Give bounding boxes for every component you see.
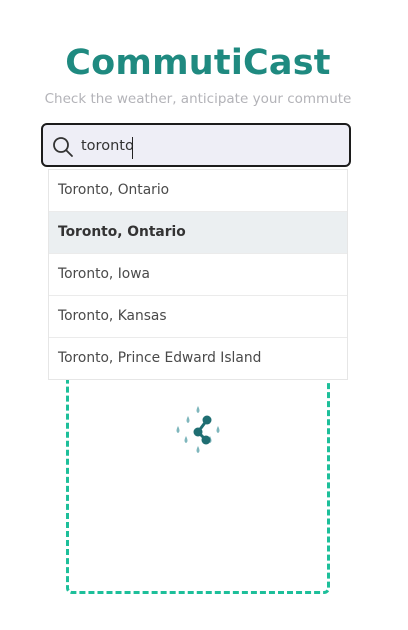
suggestion-item-highlighted[interactable]: Toronto, Ontario	[49, 212, 347, 254]
suggestion-item[interactable]: Toronto, Kansas	[49, 296, 347, 338]
suggestion-item[interactable]: Toronto, Prince Edward Island	[49, 338, 347, 379]
search-box[interactable]	[41, 123, 351, 167]
rain-share-icon	[170, 402, 226, 458]
text-cursor	[132, 137, 133, 159]
suggestion-item[interactable]: Toronto, Iowa	[49, 254, 347, 296]
app-page: CommutiCast Check the weather, anticipat…	[0, 0, 408, 630]
search-input[interactable]	[81, 135, 341, 157]
suggestion-list: Toronto, Ontario Toronto, Ontario Toront…	[48, 169, 348, 380]
search-icon	[52, 136, 74, 158]
app-title: CommutiCast	[65, 43, 331, 83]
app-subtitle: Check the weather, anticipate your commu…	[44, 91, 352, 107]
suggestion-item[interactable]: Toronto, Ontario	[49, 170, 347, 212]
